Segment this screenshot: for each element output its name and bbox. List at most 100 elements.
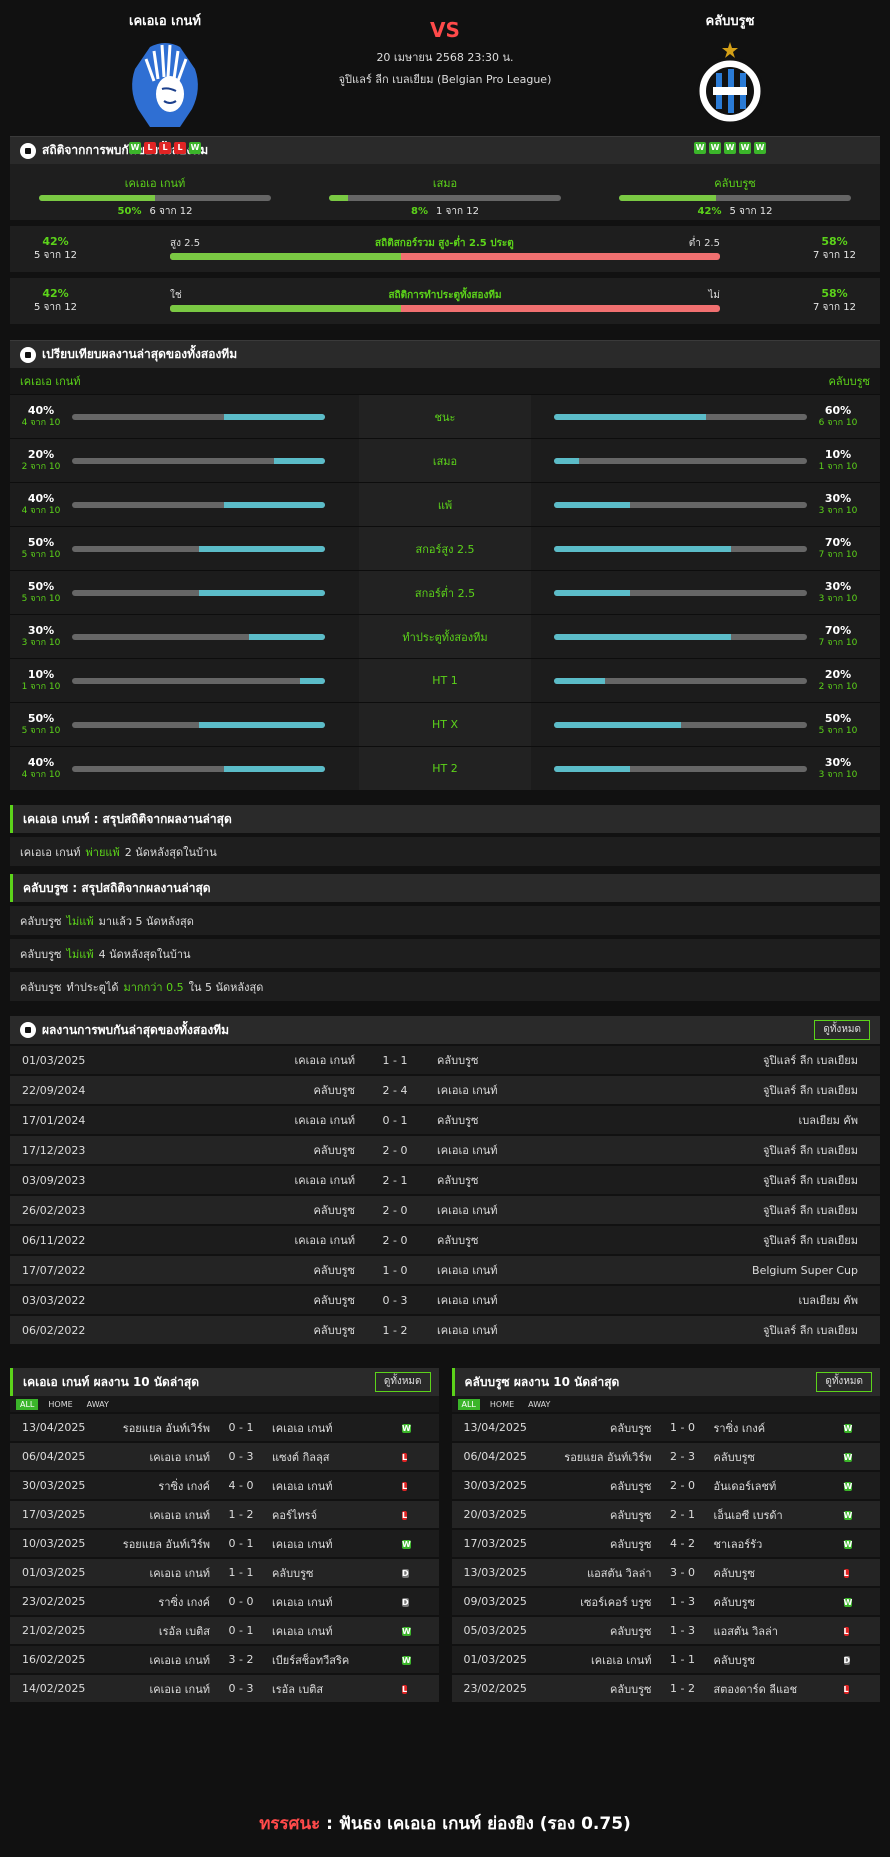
result-badge: D — [402, 1597, 409, 1607]
match-date: 17/12/2023 — [22, 1143, 86, 1157]
match-date: 13/04/2025 — [22, 1421, 86, 1434]
table-row[interactable]: 23/02/2025 ราซิ่ง เกงค์ 0 - 0 เคเอเอ เกนท์ D — [10, 1586, 439, 1615]
match-date: 06/02/2022 — [22, 1323, 86, 1337]
home-team-block: เคเอเอ เกนท์ WLLLW — [75, 10, 255, 154]
match-away-team: ชาเลอร์รัว — [713, 1537, 763, 1551]
match-score: 2 - 1 — [382, 1173, 408, 1187]
match-date: 01/03/2025 — [463, 1653, 527, 1666]
compare-away-pct: 10% — [824, 447, 852, 461]
compare-label: สกอร์สูง 2.5 — [359, 527, 531, 570]
table-row[interactable]: 17/12/2023 คลับบรูซ 2 - 0 เคเอเอ เกนท์ จูปิแ… — [10, 1136, 880, 1164]
tab-home[interactable]: HOME — [486, 1399, 518, 1410]
table-row[interactable]: 17/03/2025 คลับบรูซ 4 - 2 ชาเลอร์รัว W — [451, 1528, 880, 1557]
tab-all[interactable]: ALL — [457, 1398, 480, 1410]
compare-label: HT 1 — [359, 659, 531, 702]
match-score: 1 - 1 — [382, 1053, 408, 1067]
table-row[interactable]: 09/03/2025 เซอร์เคอร์ บรูซ 1 - 3 คลับบรูซ W — [451, 1586, 880, 1615]
form-badge: W — [129, 142, 141, 154]
table-row[interactable]: 20/03/2025 คลับบรูซ 2 - 1 เอ็นเอซี เบรด้า W — [451, 1499, 880, 1528]
compare-home-bar-fill — [198, 721, 325, 728]
table-row[interactable]: 10/03/2025 รอยแยล อันท์เวิร์พ 0 - 1 เคเอเอ … — [10, 1528, 439, 1557]
result-badge: D — [843, 1655, 851, 1665]
tab-away[interactable]: AWAY — [524, 1399, 554, 1410]
compare-label: HT 2 — [359, 747, 531, 790]
match-score: 4 - 0 — [228, 1479, 254, 1492]
h2h-away-col: คลับบรูซ 42% 5 จาก 12 — [590, 170, 880, 217]
table-row[interactable]: 13/03/2025 แอสตัน วิลล่า 3 - 0 คลับบรูซ L — [451, 1557, 880, 1586]
h2h-list: 01/03/2025 เคเอเอ เกนท์ 1 - 1 คลับบรูซ จูปิแ… — [0, 1046, 890, 1344]
result-cell: D — [402, 1595, 422, 1609]
compare-away-pct: 30% — [824, 491, 852, 505]
table-row[interactable]: 16/02/2025 เคเอเอ เกนท์ 3 - 2 เบียร์สช็อทวี… — [10, 1644, 439, 1673]
h2h-away-label: คลับบรูซ — [714, 177, 756, 190]
match-home-team: เรอัล เบติส — [158, 1624, 210, 1638]
table-row[interactable]: 26/02/2023 คลับบรูซ 2 - 0 เคเอเอ เกนท์ จูปิแ… — [10, 1196, 880, 1224]
match-date: 23/02/2025 — [22, 1595, 86, 1608]
match-home-team: ราซิ่ง เกงค์ — [158, 1595, 210, 1609]
table-row[interactable]: 06/04/2025 รอยแยล อันท์เวิร์พ 2 - 3 คลับบรู… — [451, 1441, 880, 1470]
match-away-team: แซงต์ กิลลุส — [272, 1450, 330, 1464]
summary-highlight: ไม่แพ้ — [66, 947, 94, 961]
compare-away-bar — [554, 457, 807, 464]
table-row[interactable]: 03/03/2022 คลับบรูซ 0 - 3 เคเอเอ เกนท์ เบลเย… — [10, 1286, 880, 1314]
table-row[interactable]: 06/11/2022 เคเอเอ เกนท์ 2 - 0 คลับบรูซ จูปิแ… — [10, 1226, 880, 1254]
compare-away-bar-fill — [554, 589, 630, 596]
tab-away[interactable]: AWAY — [83, 1399, 113, 1410]
table-row[interactable]: 14/02/2025 เคเอเอ เกนท์ 0 - 3 เรอัล เบติส L — [10, 1673, 439, 1702]
table-row[interactable]: 01/03/2025 เคเอเอ เกนท์ 1 - 1 คลับบรูซ D — [451, 1644, 880, 1673]
match-away-team: เคเอเอ เกนท์ — [272, 1537, 333, 1551]
table-row[interactable]: 21/02/2025 เรอัล เบติส 0 - 1 เคเอเอ เกนท์ W — [10, 1615, 439, 1644]
match-away-team: เคเอเอ เกนท์ — [437, 1264, 498, 1277]
view-all-button[interactable]: ดูทั้งหมด — [816, 1372, 872, 1392]
form-badge: W — [189, 142, 201, 154]
tab-all[interactable]: ALL — [16, 1398, 39, 1410]
match-competition: จูปิแลร์ ลีก เบลเยียม — [763, 1054, 858, 1067]
result-cell: W — [843, 1595, 864, 1609]
table-row[interactable]: 01/03/2025 เคเอเอ เกนท์ 1 - 1 คลับบรูซ D — [10, 1557, 439, 1586]
table-row[interactable]: 13/04/2025 รอยแยล อันท์เวิร์พ 0 - 1 เคเอเอ … — [10, 1412, 439, 1441]
table-row[interactable]: 17/07/2022 คลับบรูซ 1 - 0 เคเอเอ เกนท์ Belgi… — [10, 1256, 880, 1284]
compare-row: 40% 4 จาก 10 HT 2 30% 3 จาก 10 — [10, 746, 880, 790]
table-row[interactable]: 17/03/2025 เคเอเอ เกนท์ 1 - 2 คอร์ไทรจ์ L — [10, 1499, 439, 1528]
table-row[interactable]: 30/03/2025 คลับบรูซ 2 - 0 อันเดอร์เลชท์ W — [451, 1470, 880, 1499]
match-score: 2 - 0 — [382, 1203, 408, 1217]
tab-home[interactable]: HOME — [44, 1399, 76, 1410]
match-score: 1 - 2 — [670, 1682, 695, 1695]
match-away-team: ราซิ่ง เกงค์ — [713, 1421, 766, 1435]
match-date: 10/03/2025 — [22, 1537, 86, 1550]
table-row[interactable]: 05/03/2025 คลับบรูซ 1 - 3 แอสตัน วิลล่า L — [451, 1615, 880, 1644]
table-row[interactable]: 06/04/2025 เคเอเอ เกนท์ 0 - 3 แซงต์ กิลลุส L — [10, 1441, 439, 1470]
compare-away-bar-fill — [554, 413, 706, 420]
match-home-team: แอสตัน วิลล่า — [587, 1566, 652, 1580]
compare-away-count: 2 จาก 10 — [818, 681, 858, 692]
table-row[interactable]: 06/02/2022 คลับบรูซ 1 - 2 เคเอเอ เกนท์ จูปิแ… — [10, 1316, 880, 1344]
table-row[interactable]: 22/09/2024 คลับบรูซ 2 - 4 เคเอเอ เกนท์ จูปิแ… — [10, 1076, 880, 1104]
compare-away-pct: 30% — [824, 579, 852, 593]
away-last10: คลับบรูซ ผลงาน 10 นัดล่าสุด ดูทั้งหมด AL… — [451, 1368, 880, 1702]
compare-away-bar — [554, 633, 807, 640]
match-date: 01/03/2025 — [22, 1566, 86, 1579]
result-cell: W — [843, 1508, 864, 1522]
compare-home-bar-fill — [223, 413, 325, 420]
h2h-away-pct: 42% — [697, 206, 722, 217]
table-row[interactable]: 30/03/2025 ราซิ่ง เกงค์ 4 - 0 เคเอเอ เกนท์ L — [10, 1470, 439, 1499]
table-row[interactable]: 13/04/2025 คลับบรูซ 1 - 0 ราซิ่ง เกงค์ W — [451, 1412, 880, 1441]
compare-away-pct: 30% — [824, 755, 852, 769]
view-all-button[interactable]: ดูทั้งหมด — [814, 1020, 870, 1040]
match-away-team: เคเอเอ เกนท์ — [272, 1595, 333, 1609]
match-competition: เบลเยียม คัพ — [798, 1294, 859, 1307]
verdict-label: ทรรศนะ — [259, 1814, 321, 1834]
home-last10: เคเอเอ เกนท์ ผลงาน 10 นัดล่าสุด ดูทั้งหม… — [10, 1368, 439, 1702]
table-row[interactable]: 17/01/2024 เคเอเอ เกนท์ 0 - 1 คลับบรูซ เบลเย… — [10, 1106, 880, 1134]
result-cell: L — [843, 1682, 864, 1696]
view-all-button[interactable]: ดูทั้งหมด — [374, 1372, 431, 1392]
table-row[interactable]: 23/02/2025 คลับบรูซ 1 - 2 สตองดาร์ด ลีแอช L — [451, 1673, 880, 1702]
match-score: 1 - 0 — [670, 1421, 695, 1434]
match-away-team: เคเอเอ เกนท์ — [272, 1479, 333, 1493]
table-row[interactable]: 01/03/2025 เคเอเอ เกนท์ 1 - 1 คลับบรูซ จูปิแ… — [10, 1046, 880, 1074]
table-row[interactable]: 03/09/2023 เคเอเอ เกนท์ 2 - 1 คลับบรูซ จูปิแ… — [10, 1166, 880, 1194]
compare-away-count: 7 จาก 10 — [818, 637, 858, 648]
compare-away-value: 70% 7 จาก 10 — [807, 536, 869, 561]
vs-label: VS — [430, 18, 460, 42]
match-date: 06/11/2022 — [22, 1233, 86, 1247]
